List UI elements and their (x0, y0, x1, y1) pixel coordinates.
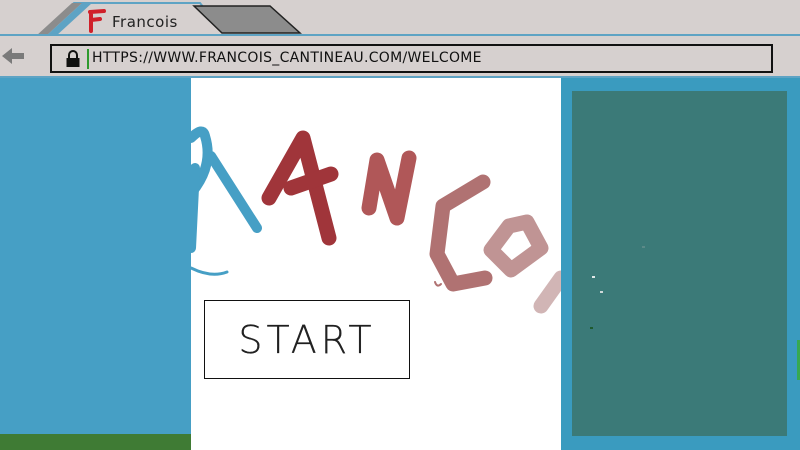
url-cursor (87, 49, 89, 69)
grass-strip (0, 434, 191, 450)
navigation-bar: HTTPS://WWW.FRANCOIS_CANTINEAU.COM/WELCO… (0, 36, 800, 78)
url-text[interactable]: HTTPS://WWW.FRANCOIS_CANTINEAU.COM/WELCO… (92, 50, 482, 66)
tab-bar: Francois (0, 0, 800, 36)
right-background (561, 78, 800, 450)
start-button[interactable]: START (204, 300, 410, 379)
logo-letter-r (191, 126, 262, 276)
start-button-label: START (238, 317, 376, 362)
francois-logo (191, 126, 561, 314)
logo-letter-c (429, 174, 493, 292)
tab-title: Francois (112, 13, 178, 31)
address-bar[interactable]: HTTPS://WWW.FRANCOIS_CANTINEAU.COM/WELCO… (50, 44, 773, 73)
logo-letter-o (483, 214, 549, 278)
f-favicon-icon (88, 9, 106, 33)
back-arrow-icon[interactable] (2, 46, 28, 66)
active-tab[interactable] (0, 0, 220, 36)
welcome-page: START (191, 78, 561, 450)
new-tab-button[interactable] (192, 4, 304, 34)
panel-speck (600, 291, 603, 293)
panel-speck (590, 327, 593, 329)
panel-speck (592, 276, 595, 278)
logo-letter-a (261, 130, 339, 246)
left-background (0, 78, 191, 450)
lock-icon (66, 50, 80, 67)
logo-letter-n (361, 150, 417, 226)
panel-speck (642, 246, 645, 248)
side-panel (572, 91, 787, 436)
logo-letter-i (533, 270, 561, 314)
